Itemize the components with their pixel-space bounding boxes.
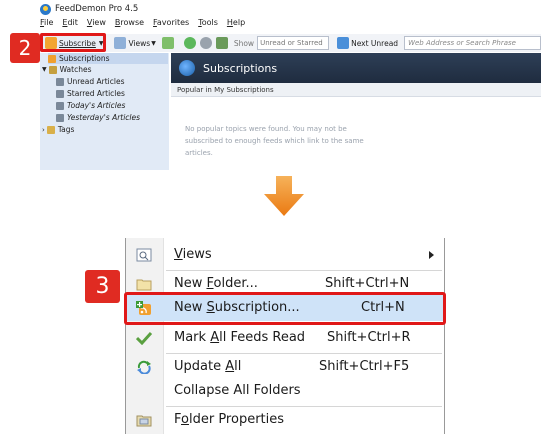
- next-unread-label: Next Unread: [351, 38, 399, 48]
- views-button[interactable]: Views ▼: [112, 37, 175, 49]
- sidebar-item-label: Yesterday's Articles: [67, 113, 141, 122]
- title-bar: FeedDemon Pro 4.5: [40, 2, 138, 16]
- menu-browse[interactable]: Browse: [115, 18, 144, 30]
- menu-item-mark-all-read[interactable]: Mark All Feeds Read Shift+Ctrl+R: [126, 325, 444, 351]
- sidebar-item-label: Subscriptions: [59, 54, 110, 63]
- empty-message: No popular topics were found. You may no…: [185, 125, 364, 157]
- sidebar-item-label: Watches: [59, 65, 92, 74]
- sidebar-item-yesterdays-articles[interactable]: Yesterday's Articles: [56, 112, 140, 123]
- sidebar-item-subscriptions[interactable]: Subscriptions: [48, 53, 168, 64]
- menu-item-label: Mark All Feeds Read: [174, 330, 306, 345]
- main-header: Subscriptions: [171, 53, 541, 83]
- toolbar: Subscribe ▼ Views ▼ Show Unread or Starr…: [40, 34, 541, 52]
- refresh-icon: [137, 360, 151, 374]
- menu-bar: File Edit View Browse Favorites Tools He…: [40, 18, 254, 30]
- menu-tools[interactable]: Tools: [198, 18, 218, 30]
- menu-item-label: Collapse All Folders: [174, 383, 301, 398]
- folder-icon: [136, 279, 152, 291]
- chevron-down-icon: ▼: [151, 39, 156, 47]
- app-window: FeedDemon Pro 4.5 File Edit View Browse …: [0, 0, 541, 175]
- menu-item-folder-properties[interactable]: Folder Properties: [126, 407, 444, 433]
- show-filter-select[interactable]: Unread or Starred: [257, 36, 330, 50]
- sidebar-item-starred-articles[interactable]: Starred Articles: [56, 88, 125, 99]
- menu-edit[interactable]: Edit: [62, 18, 78, 30]
- show-label: Show: [233, 38, 255, 48]
- app-title: FeedDemon Pro 4.5: [55, 4, 139, 14]
- popular-subheader: Popular in My Subscriptions: [171, 83, 541, 97]
- checkmark-icon: [136, 331, 152, 345]
- sidebar-item-unread-articles[interactable]: Unread Articles: [56, 76, 124, 87]
- folder-properties-icon: [136, 415, 152, 427]
- forward-icon[interactable]: [199, 37, 212, 49]
- add-icon[interactable]: [215, 37, 228, 49]
- next-unread-button[interactable]: Next Unread: [335, 37, 398, 49]
- menu-item-shortcut: Shift+Ctrl+F5: [319, 359, 410, 374]
- address-input[interactable]: Web Address or Search Phrase: [404, 36, 541, 50]
- sidebar-item-watches[interactable]: ▼ Watches: [42, 64, 92, 75]
- menu-view[interactable]: View: [87, 18, 106, 30]
- chevron-right-icon[interactable]: ›: [42, 126, 45, 134]
- menu-item-label: Folder Properties: [174, 412, 285, 427]
- menu-favorites[interactable]: Favorites: [153, 18, 189, 30]
- globe-icon: [179, 60, 195, 76]
- folder-icon: [56, 101, 64, 110]
- views-icon: [114, 37, 127, 49]
- step-badge-3: 3: [85, 270, 120, 303]
- back-icon[interactable]: [183, 37, 196, 49]
- sidebar-item-todays-articles[interactable]: Today's Articles: [56, 100, 125, 111]
- menu-item-collapse-all[interactable]: Collapse All Folders: [126, 378, 444, 404]
- sidebar-item-label: Today's Articles: [67, 101, 126, 110]
- menu-item-label: Views: [174, 247, 212, 262]
- tag-icon: [46, 125, 55, 134]
- views-icon: [136, 248, 152, 262]
- menu-item-label: Update All: [174, 359, 242, 374]
- menu-help[interactable]: Help: [227, 18, 245, 30]
- sidebar-item-label: Tags: [57, 125, 75, 134]
- menu-item-views[interactable]: Views: [126, 242, 444, 268]
- views-label: Views: [128, 38, 151, 48]
- binoculars-icon: [48, 65, 57, 74]
- app-logo-icon: [40, 3, 51, 15]
- show-filter: Show Unread or Starred: [233, 36, 330, 50]
- menu-item-shortcut: Shift+Ctrl+R: [327, 330, 411, 345]
- down-arrow-icon: [264, 176, 304, 216]
- menu-item-update-all[interactable]: Update All Shift+Ctrl+F5: [126, 354, 444, 380]
- folder-icon: [56, 113, 64, 122]
- step-badge-2: 2: [10, 33, 40, 63]
- next-unread-icon: [337, 37, 350, 49]
- sidebar-item-tags[interactable]: › Tags: [42, 124, 74, 135]
- main-title: Subscriptions: [203, 61, 278, 75]
- highlight-box-subscribe: [40, 33, 106, 52]
- folder-icon: [56, 89, 64, 98]
- main-pane: Subscriptions Popular in My Subscription…: [171, 53, 541, 175]
- folder-icon: [56, 77, 64, 86]
- highlight-box-new-subscription: [124, 292, 446, 325]
- menu-file[interactable]: File: [40, 18, 53, 30]
- views-label-rest: iews: [182, 247, 212, 262]
- subscribe-dropdown-menu: Views New Folder... Shift+Ctrl+N New Sub…: [125, 238, 445, 434]
- submenu-arrow-icon: [429, 251, 434, 259]
- sidebar-item-label: Unread Articles: [67, 77, 125, 86]
- chevron-down-icon[interactable]: ▼: [42, 66, 47, 73]
- sidebar-item-label: Starred Articles: [67, 89, 125, 98]
- rss-icon: [48, 54, 56, 63]
- sidebar: Subscriptions ▼ Watches Unread Articles …: [40, 53, 169, 170]
- refresh-icon[interactable]: [161, 37, 174, 49]
